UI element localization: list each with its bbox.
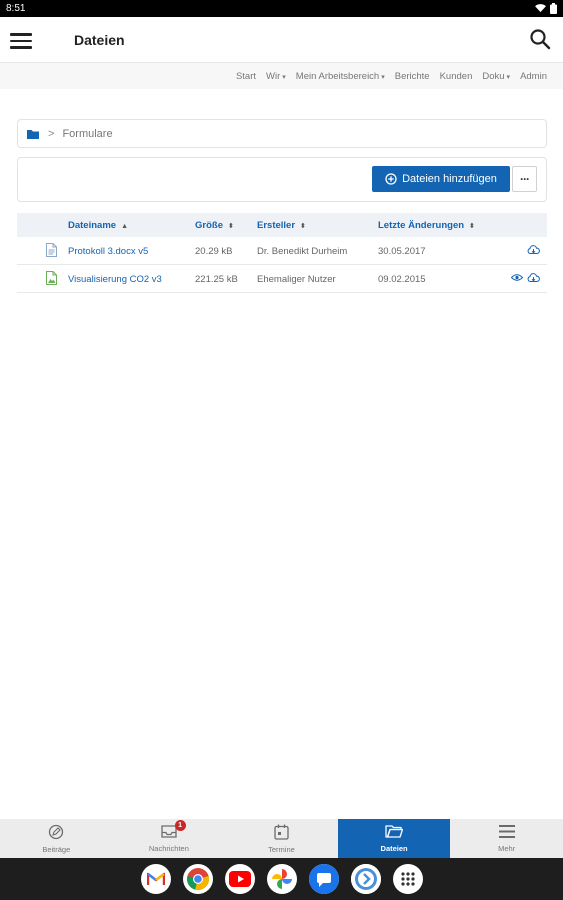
topnav-item-start[interactable]: Start: [236, 71, 256, 82]
topnav-item-doku[interactable]: Doku ▾: [482, 71, 510, 82]
column-header-modified[interactable]: Letzte Änderungen ⬍: [378, 220, 475, 231]
action-bar: Dateien hinzufügen ···: [17, 157, 547, 202]
file-creator: Ehemaliger Nutzer: [257, 274, 336, 285]
chrome-icon[interactable]: [182, 864, 213, 894]
topnav-item-wir[interactable]: Wir ▾: [266, 71, 286, 82]
topnav-item-label: Admin: [520, 70, 547, 82]
apps-grid-icon[interactable]: [392, 864, 423, 894]
download-cloud-icon[interactable]: [527, 273, 540, 286]
top-nav: Start Wir ▾ Mein Arbeitsbereich ▾ Berichte Kun…: [0, 63, 563, 89]
bottom-nav-dateien[interactable]: Dateien: [337, 819, 451, 858]
status-bar: 8:51: [0, 0, 563, 17]
file-name-link[interactable]: Visualisierung CO2 v3: [68, 274, 162, 285]
topnav-item-kunden[interactable]: Kunden: [440, 71, 473, 82]
app-bar: Dateien: [0, 17, 563, 63]
breadcrumb-current: Formulare: [62, 127, 113, 140]
breadcrumb: > Formulare: [17, 119, 547, 148]
app-dock: [0, 858, 563, 900]
file-modified-date: 30.05.2017: [378, 246, 426, 257]
file-size: 20.29 kB: [195, 246, 233, 257]
folder-icon[interactable]: [27, 129, 39, 139]
table-body: Protokoll 3.docx v5 20.29 kB Dr. Benedikt …: [17, 237, 547, 293]
bottom-nav: Beiträge Nachrichten 1 Termine Dateien Mehr: [0, 819, 563, 858]
wifi-icon: [535, 4, 546, 13]
battery-icon: [550, 3, 557, 14]
bottom-nav-beiträge[interactable]: Beiträge: [0, 819, 113, 858]
caret-down-icon: ▾: [282, 73, 286, 81]
column-header-creator[interactable]: Ersteller ⬍: [257, 220, 306, 231]
topnav-item-berichte[interactable]: Berichte: [395, 71, 430, 82]
topnav-item-admin[interactable]: Admin: [520, 71, 547, 82]
search-icon[interactable]: [529, 28, 551, 50]
file-size: 221.25 kB: [195, 274, 238, 285]
file-modified-date: 09.02.2015: [378, 274, 426, 285]
add-files-label: Dateien hinzufügen: [402, 173, 497, 185]
bottom-nav-label: Termine: [268, 845, 295, 854]
status-time: 8:51: [6, 3, 26, 14]
caret-down-icon: ▾: [381, 73, 385, 81]
notification-badge: 1: [174, 820, 186, 831]
column-header-name[interactable]: Dateiname ▲: [68, 220, 128, 231]
photos-icon[interactable]: [266, 864, 297, 894]
posts-icon: [48, 824, 64, 842]
sort-icon: ⬍: [469, 223, 475, 230]
file-name-link[interactable]: Protokoll 3.docx v5: [68, 246, 148, 257]
menu-icon: [498, 824, 516, 841]
topnav-item-label: Berichte: [394, 70, 430, 82]
sort-asc-icon: ▲: [121, 223, 128, 230]
topnav-item-mein-arbeitsbereich[interactable]: Mein Arbeitsbereich ▾: [296, 71, 385, 82]
plus-circle-icon: [385, 173, 397, 185]
image-file-icon: [46, 271, 57, 288]
topnav-item-label: Mein Arbeitsbereich: [295, 70, 380, 82]
gmail-icon[interactable]: [140, 864, 171, 894]
column-header-size[interactable]: Größe ⬍: [195, 220, 234, 231]
bottom-nav-nachrichten[interactable]: Nachrichten 1: [113, 819, 226, 858]
file-creator: Dr. Benedikt Durheim: [257, 246, 348, 257]
bottom-nav-label: Nachrichten: [148, 844, 189, 853]
status-icons: [535, 3, 557, 14]
files-table: Dateiname ▲ Größe ⬍ Ersteller ⬍ Letzte Ände…: [17, 213, 547, 293]
topnav-item-label: Start: [235, 70, 257, 82]
hamburger-menu-icon[interactable]: [10, 29, 32, 51]
page-title: Dateien: [74, 32, 125, 48]
messages-icon[interactable]: [308, 864, 339, 894]
caret-down-icon: ▾: [506, 73, 511, 81]
sort-icon: ⬍: [227, 223, 234, 230]
bottom-nav-label: Mehr: [498, 844, 516, 853]
table-row: Protokoll 3.docx v5 20.29 kB Dr. Benedikt …: [17, 237, 547, 265]
topnav-item-label: Kunden: [439, 70, 473, 82]
more-button[interactable]: ···: [512, 166, 537, 192]
topnav-item-label: Wir: [266, 70, 281, 82]
bottom-nav-mehr[interactable]: Mehr: [450, 819, 563, 858]
topnav-item-label: Doku: [482, 70, 505, 82]
chevron-right-icon: >: [48, 127, 55, 140]
add-files-button[interactable]: Dateien hinzufügen: [372, 166, 510, 192]
download-cloud-icon[interactable]: [527, 245, 540, 258]
youtube-icon[interactable]: [224, 864, 255, 894]
bottom-nav-label: Dateien: [380, 844, 408, 853]
folder-icon: [385, 824, 404, 841]
table-header: Dateiname ▲ Größe ⬍ Ersteller ⬍ Letzte Ände…: [17, 213, 547, 237]
bottom-nav-termine[interactable]: Termine: [225, 819, 338, 858]
table-row: Visualisierung CO2 v3 221.25 kB Ehemaliger…: [17, 265, 547, 293]
calendar-icon: [274, 824, 289, 842]
app-icon[interactable]: [350, 864, 381, 894]
bottom-nav-label: Beiträge: [42, 845, 71, 854]
document-file-icon: [46, 243, 57, 260]
sort-icon: ⬍: [300, 223, 306, 230]
preview-eye-icon[interactable]: [510, 273, 524, 285]
